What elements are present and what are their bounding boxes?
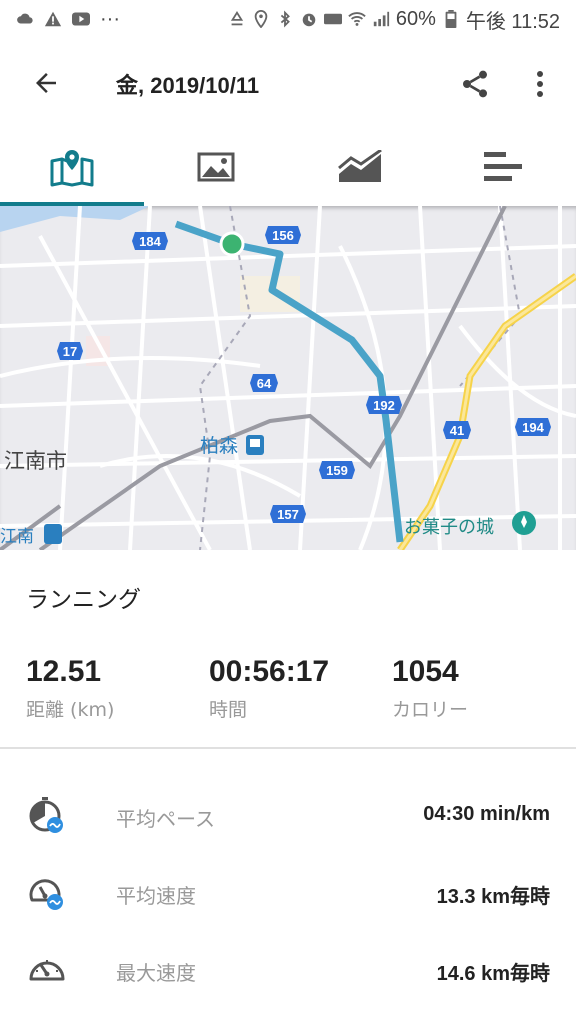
stat-distance: 12.51 距離 (km): [26, 655, 114, 722]
battery-icon: [445, 10, 457, 28]
warning-icon: [44, 11, 62, 27]
road-badge: 41: [443, 421, 471, 439]
road-label: 156: [272, 228, 294, 243]
alarm-icon: [302, 13, 316, 27]
road-label: 159: [326, 463, 348, 478]
calories-value: 1054: [392, 655, 459, 688]
bar-list-icon: [484, 152, 522, 181]
train-window: [250, 439, 260, 447]
arrow-left-icon: [36, 73, 56, 93]
road-badge: 157: [270, 505, 306, 523]
tab-splits[interactable]: [432, 128, 576, 206]
tab-charts[interactable]: [288, 128, 432, 206]
location-icon: [254, 10, 268, 28]
road-badge: 64: [250, 374, 278, 392]
youtube-icon: [72, 12, 90, 26]
metric-label: 最大速度: [116, 961, 196, 985]
more-notifications: ···: [100, 7, 120, 30]
status-bar: ··· 60% 午後 11:52: [0, 0, 576, 38]
metric-value: 04:30 min/km: [423, 803, 550, 825]
distance-value: 12.51: [26, 655, 102, 688]
road-label: 17: [63, 344, 77, 359]
activity-type: ランニング: [26, 587, 141, 613]
tab-photos[interactable]: [144, 128, 288, 206]
station-label: 柏森: [200, 435, 238, 457]
duration-value: 00:56:17: [209, 655, 330, 688]
train-station-icon: [44, 524, 62, 544]
image-icon: [197, 152, 235, 182]
tab-bar: [0, 128, 576, 206]
metric-label: 平均速度: [116, 884, 196, 908]
speedometer-icon: [29, 960, 65, 981]
metric-value: 14.6 km毎時: [436, 963, 550, 985]
water-area: [0, 206, 150, 232]
bluetooth-icon: [280, 10, 290, 28]
road-badge: 159: [319, 461, 355, 479]
duration-label: 時間: [209, 699, 248, 721]
road-badge: 194: [515, 418, 551, 436]
tab-map[interactable]: [0, 128, 144, 206]
calories-label: カロリー: [392, 699, 469, 721]
recycle-icon: [230, 11, 243, 26]
summary-stats: 12.51 距離 (km) 00:56:17 時間 1054 カロリー: [0, 655, 576, 725]
road-label: 184: [139, 234, 161, 249]
road-badge: 184: [132, 232, 168, 250]
map-canvas: 184 156 17 64 192 41 194 159 157 江南市 柏森 …: [0, 206, 576, 550]
metric-label: 平均ペース: [116, 807, 215, 831]
pace-icon: [29, 797, 63, 833]
battery-percent: 60%: [395, 7, 436, 30]
metric-row: 平均ペース 04:30 min/km: [0, 785, 576, 845]
page-title: 金, 2019/10/11: [116, 73, 260, 98]
share-button[interactable]: [455, 62, 495, 106]
signal-icon: [373, 11, 389, 27]
road-label: 194: [522, 420, 544, 435]
city-label: 江南市: [4, 449, 67, 473]
road-label: 64: [257, 376, 272, 391]
wifi-icon: [348, 12, 366, 26]
app-bar: 金, 2019/10/11: [0, 38, 576, 128]
metric-row: 平均速度 13.3 km毎時: [0, 862, 576, 922]
area-chart-icon: [338, 150, 382, 182]
road-label: 192: [373, 398, 395, 413]
cloud-icon: [17, 13, 33, 24]
stat-calories: 1054 カロリー: [392, 655, 468, 722]
more-options-button[interactable]: [522, 62, 558, 106]
road-label: 157: [277, 507, 299, 522]
road-label: 41: [450, 423, 464, 438]
divider: [0, 747, 576, 749]
more-vert-icon: [537, 71, 543, 97]
start-marker[interactable]: [219, 231, 245, 257]
map-icon: [50, 150, 94, 187]
stat-duration: 00:56:17 時間: [209, 655, 329, 722]
road-badge: 17: [57, 342, 83, 360]
poi-label: お菓子の城: [404, 517, 494, 538]
volte-icon: [323, 13, 342, 25]
route-map[interactable]: 184 156 17 64 192 41 194 159 157 江南市 柏森 …: [0, 206, 576, 550]
distance-label: 距離 (km): [26, 699, 115, 721]
clock: 午後 11:52: [465, 10, 560, 33]
back-button[interactable]: [26, 60, 66, 106]
road-badge: 192: [366, 396, 402, 414]
station-edge-label: 江南: [0, 527, 34, 547]
road-badge: 156: [265, 226, 301, 244]
minor-roads: [0, 206, 576, 550]
metric-value: 13.3 km毎時: [436, 886, 550, 908]
share-icon: [463, 70, 487, 98]
speedometer-avg-icon: [29, 879, 63, 910]
metric-row: 最大速度 14.6 km毎時: [0, 939, 576, 999]
